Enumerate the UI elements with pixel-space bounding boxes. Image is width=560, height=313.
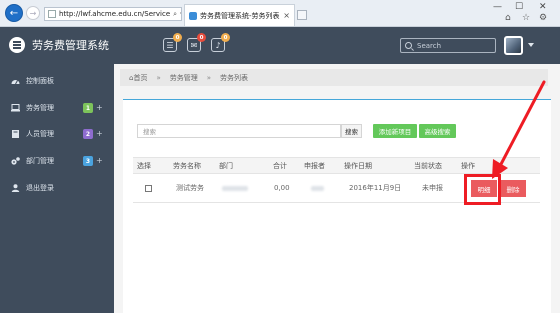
plus-icon[interactable]: + — [96, 103, 103, 112]
back-arrow-icon[interactable]: ← — [5, 4, 23, 22]
col-header-actions: 操作 — [461, 162, 475, 170]
row-checkbox[interactable] — [145, 184, 152, 192]
page-icon — [48, 10, 56, 18]
address-bar[interactable]: http://lwf.ahcme.edu.cn/Service ⌕ ▾ ↻ — [44, 7, 182, 21]
home-icon[interactable]: ⌂ — [505, 13, 511, 23]
bell-badge: 0 — [221, 33, 230, 42]
sidebar-item-label: 部门管理 — [26, 157, 54, 165]
breadcrumb-labor-list: 劳务列表 — [220, 73, 249, 82]
row-status: 未申报 — [422, 184, 443, 192]
sidebar-item-logout[interactable]: 退出登录 — [0, 179, 114, 197]
sidebar-count-badge: 3 — [83, 156, 93, 166]
highlight-box — [464, 174, 501, 205]
list-badge: 0 — [173, 33, 182, 42]
sidebar-item-label: 人员管理 — [26, 130, 54, 138]
sidebar-count-badge: 2 — [83, 129, 93, 139]
address-dropdown-icon[interactable]: ▾ — [180, 10, 181, 18]
row-department-redacted — [222, 174, 248, 202]
address-url: http://lwf.ahcme.edu.cn/Service — [59, 10, 171, 18]
row-total: 0,00 — [274, 184, 290, 192]
breadcrumb-separator: » — [206, 73, 212, 82]
col-header-status: 当前状态 — [414, 162, 442, 170]
header-search-placeholder: Search — [417, 41, 442, 50]
menu-toggle-button[interactable] — [9, 37, 25, 53]
book-icon — [11, 130, 20, 138]
col-header-department: 部门 — [219, 162, 233, 170]
sidebar-item-label: 控制面板 — [26, 77, 54, 85]
address-search-icon[interactable]: ⌕ — [173, 10, 177, 19]
avatar[interactable] — [504, 36, 523, 55]
minimize-icon[interactable]: — — [493, 2, 502, 12]
dashboard-icon — [11, 77, 20, 85]
breadcrumb-labor-management[interactable]: 劳务管理 — [170, 73, 198, 83]
row-date: 2016年11月9日 — [349, 184, 402, 192]
breadcrumb-separator: » — [156, 73, 161, 82]
new-tab-button[interactable] — [297, 10, 307, 20]
sidebar-item-labor[interactable]: 劳务管理 1 + — [0, 99, 114, 117]
window-close-icon[interactable]: ✕ — [539, 2, 547, 12]
col-header-name: 劳务名称 — [173, 162, 201, 170]
envelope-badge: 0 — [197, 33, 206, 42]
app-header: 劳务费管理系统 ☰ 0 ✉ 0 ♪ 0 Search — [0, 27, 560, 64]
sidebar-item-people[interactable]: 人员管理 2 + — [0, 125, 114, 143]
sidebar: 控制面板 劳务管理 1 + 人员管理 2 + 部门管理 3 + 退出登录 — [0, 64, 114, 313]
header-search-input[interactable]: Search — [400, 38, 496, 53]
col-header-applicant: 申报者 — [304, 162, 325, 170]
tab-close-icon[interactable]: × — [283, 11, 290, 20]
user-icon — [11, 184, 20, 192]
sidebar-count-badge: 1 — [83, 103, 93, 113]
col-header-select: 选择 — [137, 162, 151, 170]
sidebar-item-department[interactable]: 部门管理 3 + — [0, 152, 114, 170]
advanced-search-button[interactable]: 高级搜索 — [419, 124, 456, 138]
chevron-down-icon[interactable] — [528, 43, 534, 47]
sidebar-item-dashboard[interactable]: 控制面板 — [0, 72, 114, 90]
col-header-total: 合计 — [273, 162, 287, 170]
browser-chrome: ← → http://lwf.ahcme.edu.cn/Service ⌕ ▾ … — [0, 0, 560, 27]
search-button[interactable]: 搜索 — [341, 124, 362, 138]
laptop-icon — [11, 104, 20, 112]
breadcrumb-home[interactable]: 首页 — [133, 73, 147, 83]
row-name[interactable]: 测试劳务 — [176, 174, 204, 202]
search-icon — [405, 42, 412, 49]
app-title: 劳务费管理系统 — [32, 39, 109, 52]
tab-favicon-icon — [189, 11, 197, 20]
tab-title: 劳务费管理系统-劳务列表 — [200, 11, 280, 20]
forward-arrow-icon[interactable]: → — [26, 6, 40, 20]
row-select-cell — [145, 174, 152, 202]
settings-gear-icon[interactable]: ⚙ — [539, 13, 547, 23]
row-applicant-redacted — [311, 174, 324, 202]
delete-button[interactable]: 删除 — [500, 180, 526, 197]
table-header: 选择 劳务名称 部门 合计 申报者 操作日期 当前状态 操作 — [133, 157, 540, 174]
plus-icon[interactable]: + — [96, 156, 103, 165]
plus-icon[interactable]: + — [96, 129, 103, 138]
list-search-input[interactable]: 搜索 — [137, 124, 341, 138]
add-project-button[interactable]: 添加新项目 — [373, 124, 417, 138]
maximize-icon[interactable]: ☐ — [515, 2, 523, 12]
sidebar-item-label: 劳务管理 — [26, 104, 54, 112]
col-header-date: 操作日期 — [344, 162, 372, 170]
cogs-icon — [11, 157, 20, 165]
sidebar-item-label: 退出登录 — [26, 184, 54, 192]
favorites-star-icon[interactable]: ☆ — [522, 13, 530, 23]
list-search-placeholder: 搜索 — [143, 128, 156, 136]
breadcrumb: ⌂ 首页 » 劳务管理 » 劳务列表 — [120, 69, 548, 86]
browser-tab[interactable]: 劳务费管理系统-劳务列表 × — [184, 4, 295, 26]
